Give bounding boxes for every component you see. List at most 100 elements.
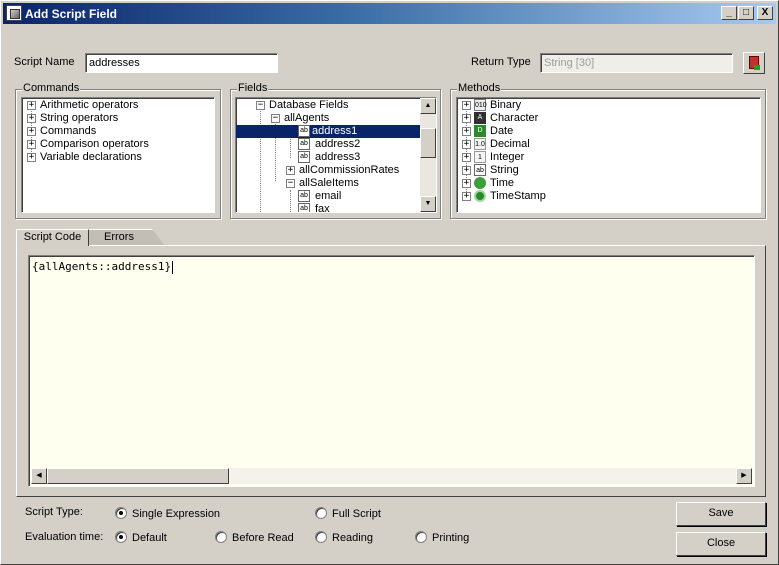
return-type-input[interactable]: String [30] [540, 53, 733, 73]
script-code-panel: {allAgents::address1} ◀ ▶ [16, 245, 766, 497]
collapse-icon[interactable]: − [271, 114, 280, 123]
window-title: Add Script Field [25, 7, 118, 21]
expand-icon[interactable]: + [286, 166, 295, 175]
expand-icon[interactable]: + [462, 153, 471, 162]
script-code-text: {allAgents::address1} [32, 260, 172, 273]
fields-tree[interactable]: − Database Fields − allAgents address1 a… [235, 97, 437, 213]
command-item[interactable]: Arithmetic operators [40, 99, 138, 112]
script-name-label: Script Name [14, 56, 75, 68]
field-table[interactable]: allAgents [284, 112, 329, 125]
field-column[interactable]: address3 [315, 151, 360, 164]
timestamp-icon [474, 190, 486, 202]
expand-icon[interactable]: + [27, 153, 36, 162]
maximize-button[interactable]: □ [738, 6, 754, 20]
default-label[interactable]: Default [132, 532, 167, 544]
hscroll-thumb[interactable] [47, 468, 229, 484]
editor-hscrollbar[interactable]: ◀ ▶ [31, 468, 752, 484]
export-icon [749, 56, 760, 70]
command-item[interactable]: String operators [40, 112, 118, 125]
scroll-down-icon[interactable]: ▼ [420, 196, 436, 212]
binary-icon: 010 [474, 99, 487, 111]
commands-legend: Commands [22, 82, 81, 94]
default-radio[interactable] [115, 531, 127, 543]
field-column[interactable]: fax [315, 203, 330, 212]
field-column: address1 [312, 125, 358, 137]
printing-radio[interactable] [415, 531, 427, 543]
collapse-icon[interactable]: − [256, 101, 265, 110]
reading-label[interactable]: Reading [332, 532, 373, 544]
methods-list[interactable]: + 010 Binary + A Character + D Date + 1.… [456, 97, 761, 213]
add-script-field-dialog: Add Script Field _ □ X Script Name addre… [0, 0, 779, 565]
return-type-button[interactable] [743, 52, 765, 74]
scroll-left-icon[interactable]: ◀ [31, 468, 47, 484]
clock-icon [474, 177, 486, 189]
collapse-icon[interactable]: − [286, 179, 295, 188]
single-expression-label[interactable]: Single Expression [132, 508, 220, 520]
evaluation-time-label: Evaluation time: [25, 531, 104, 543]
full-script-label[interactable]: Full Script [332, 508, 381, 520]
tab-script-code[interactable]: Script Code [16, 229, 89, 246]
expand-icon[interactable]: + [462, 192, 471, 201]
scroll-up-icon[interactable]: ▲ [420, 98, 436, 114]
methods-legend: Methods [457, 82, 502, 94]
scroll-thumb[interactable] [420, 128, 436, 158]
command-item[interactable]: Commands [40, 125, 96, 138]
string-field-icon: ab [298, 190, 310, 202]
field-row-selected[interactable]: address1 [236, 125, 420, 138]
expand-icon[interactable]: + [27, 114, 36, 123]
expand-icon[interactable]: + [27, 101, 36, 110]
save-button[interactable]: Save [676, 502, 766, 526]
expand-icon[interactable]: + [462, 140, 471, 149]
method-item[interactable]: String [490, 164, 519, 177]
close-button[interactable]: Close [676, 532, 766, 556]
method-item[interactable]: TimeStamp [490, 190, 546, 203]
full-script-radio[interactable] [315, 507, 327, 519]
expand-icon[interactable]: + [462, 114, 471, 123]
title-bar[interactable]: Add Script Field _ □ X [3, 3, 776, 24]
string-icon: ab [474, 164, 486, 176]
method-item[interactable]: Character [490, 112, 538, 125]
command-item[interactable]: Variable declarations [40, 151, 142, 164]
method-item[interactable]: Time [490, 177, 514, 190]
scroll-right-icon[interactable]: ▶ [736, 468, 752, 484]
field-column[interactable]: email [315, 190, 341, 203]
single-expression-radio[interactable] [115, 507, 127, 519]
app-icon [6, 5, 22, 21]
fields-legend: Fields [237, 82, 269, 94]
expand-icon[interactable]: + [462, 101, 471, 110]
methods-group: Methods + 010 Binary + A Character + D D… [450, 82, 766, 219]
field-column[interactable]: address2 [315, 138, 360, 151]
script-name-input[interactable]: addresses [85, 53, 278, 73]
field-table[interactable]: allCommissionRates [299, 164, 399, 177]
tab-errors-label: Errors [104, 231, 134, 243]
close-window-button[interactable]: X [757, 6, 773, 20]
commands-list[interactable]: + Arithmetic operators + String operator… [21, 97, 215, 213]
expand-icon[interactable]: + [27, 127, 36, 136]
field-root[interactable]: Database Fields [269, 99, 349, 112]
expand-icon[interactable]: + [462, 179, 471, 188]
method-item[interactable]: Decimal [490, 138, 530, 151]
tree-line [290, 190, 291, 212]
script-editor[interactable]: {allAgents::address1} ◀ ▶ [28, 255, 755, 487]
method-item[interactable]: Integer [490, 151, 524, 164]
string-field-icon: ab [298, 203, 310, 212]
string-field-icon: ab [298, 151, 310, 163]
method-item[interactable]: Binary [490, 99, 521, 112]
command-item[interactable]: Comparison operators [40, 138, 149, 151]
expand-icon[interactable]: + [462, 127, 471, 136]
expand-icon[interactable]: + [27, 140, 36, 149]
fields-group: Fields − Database Fields − allAgents add… [230, 82, 441, 219]
fields-scrollbar[interactable]: ▲ ▼ [420, 98, 436, 212]
minimize-button[interactable]: _ [721, 6, 737, 20]
reading-radio[interactable] [315, 531, 327, 543]
field-table[interactable]: allSaleItems [299, 177, 359, 190]
method-item[interactable]: Date [490, 125, 513, 138]
string-field-icon: ab [298, 125, 310, 137]
expand-icon[interactable]: + [462, 166, 471, 175]
before-read-label[interactable]: Before Read [232, 532, 294, 544]
before-read-radio[interactable] [215, 531, 227, 543]
printing-label[interactable]: Printing [432, 532, 469, 544]
character-icon: A [474, 112, 486, 124]
commands-group: Commands + Arithmetic operators + String… [15, 82, 221, 219]
tab-errors[interactable]: Errors [85, 229, 165, 246]
